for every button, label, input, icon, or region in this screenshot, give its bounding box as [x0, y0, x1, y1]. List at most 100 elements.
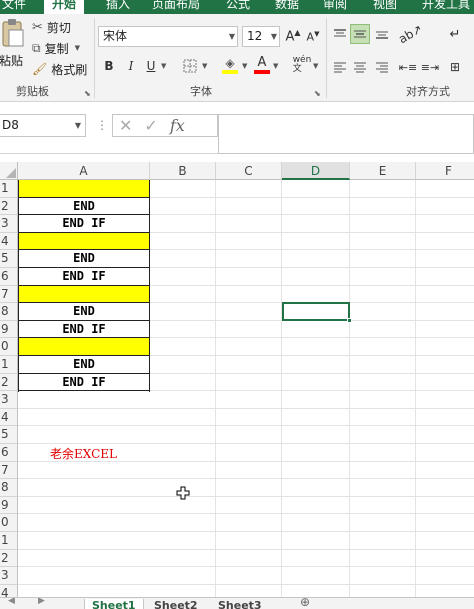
row-header[interactable]: 0	[0, 514, 18, 532]
row-header[interactable]: 8	[0, 303, 18, 321]
chevron-down-icon[interactable]: ▼	[313, 62, 318, 70]
scroll-right-icon[interactable]: ▶	[38, 598, 45, 606]
row-header[interactable]: 1	[0, 532, 18, 550]
bold-button[interactable]: B	[100, 56, 118, 76]
cell-a3[interactable]: END IF	[18, 215, 150, 233]
cell-a7[interactable]	[18, 285, 150, 304]
fill-color-button[interactable]: ◈	[220, 54, 240, 76]
tab-file[interactable]: 文件	[2, 0, 26, 14]
row-header[interactable]: 2	[0, 373, 18, 392]
fill-handle[interactable]	[347, 318, 352, 323]
column-header-a[interactable]: A	[18, 162, 150, 180]
scroll-left-icon[interactable]: ◀	[8, 598, 15, 606]
add-sheet-icon[interactable]: ⊕	[300, 598, 310, 609]
row-header[interactable]: 1	[0, 180, 18, 198]
chevron-down-icon[interactable]: ▼	[202, 62, 207, 70]
underline-button[interactable]: U	[142, 56, 160, 76]
align-top-button[interactable]	[330, 24, 350, 44]
italic-button[interactable]: I	[122, 56, 140, 76]
column-header-f[interactable]: F	[416, 162, 474, 180]
more-dots-icon[interactable]: ⋮	[96, 118, 108, 132]
select-all-corner[interactable]	[0, 162, 18, 180]
paste-button[interactable]: 粘贴	[0, 18, 26, 78]
row-header[interactable]: 2	[0, 197, 18, 216]
cell-a12[interactable]: END IF	[18, 374, 150, 392]
row-header[interactable]: 3	[0, 567, 18, 585]
row-header[interactable]: 4	[0, 584, 18, 597]
row-header[interactable]: 4	[0, 232, 18, 251]
copy-button[interactable]: ⧉ 复制 ▼	[32, 39, 80, 57]
cancel-icon[interactable]: ✕	[119, 116, 132, 135]
row-header[interactable]: 3	[0, 215, 18, 233]
increase-font-size-button[interactable]: A▲	[284, 26, 302, 47]
wrap-text-button[interactable]: ↵	[444, 24, 466, 44]
selected-cell-d8[interactable]	[282, 302, 350, 321]
formula-input[interactable]	[218, 114, 474, 154]
row-header[interactable]: 2	[0, 549, 18, 568]
row-header[interactable]: 8	[0, 479, 18, 497]
sheet-tab-sheet3[interactable]: Sheet3	[218, 599, 262, 609]
row-header[interactable]: 0	[0, 338, 18, 356]
tab-page-layout[interactable]: 页面布局	[152, 0, 200, 14]
borders-button[interactable]	[180, 56, 200, 76]
tab-home[interactable]: 开始	[44, 0, 85, 14]
tab-data[interactable]: 数据	[275, 0, 299, 14]
tab-review[interactable]: 审阅	[323, 0, 347, 14]
row-header[interactable]: 6	[0, 268, 18, 286]
decrease-font-size-button[interactable]: A▼	[304, 26, 322, 47]
insert-function-icon[interactable]: fx	[170, 116, 185, 135]
cell-a4[interactable]	[18, 232, 150, 251]
cut-button[interactable]: ✂ 剪切	[32, 18, 71, 36]
enter-check-icon[interactable]: ✓	[144, 116, 157, 135]
increase-indent-button[interactable]: ≡⇥	[420, 58, 440, 76]
row-header[interactable]: 1	[0, 356, 18, 374]
orientation-button[interactable]: ab↗	[397, 22, 426, 47]
sheet-tab-sheet1[interactable]: Sheet1	[84, 599, 144, 609]
align-right-button[interactable]	[372, 58, 392, 76]
clipboard-launcher-icon[interactable]: ⬊	[84, 89, 91, 98]
sheet-tab-sheet2[interactable]: Sheet2	[154, 599, 198, 609]
font-launcher-icon[interactable]: ⬊	[314, 89, 321, 98]
align-center-button[interactable]	[350, 58, 370, 76]
row-header[interactable]: 7	[0, 285, 18, 304]
tab-view[interactable]: 视图	[373, 0, 397, 14]
row-header[interactable]: 7	[0, 461, 18, 480]
name-box[interactable]: D8 ▼	[0, 114, 86, 137]
cell-a1[interactable]	[18, 180, 150, 198]
row-header[interactable]: 6	[0, 444, 18, 462]
cell-a11[interactable]: END	[18, 356, 150, 374]
row-header[interactable]: 9	[0, 496, 18, 515]
column-header-b[interactable]: B	[150, 162, 216, 180]
cell-a6[interactable]: END IF	[18, 268, 150, 286]
row-header[interactable]: 5	[0, 426, 18, 444]
row-header[interactable]: 9	[0, 320, 18, 339]
tab-developer[interactable]: 开发工具	[422, 0, 470, 14]
align-bottom-button[interactable]	[372, 24, 392, 44]
row-header[interactable]: 5	[0, 250, 18, 268]
chevron-down-icon[interactable]: ▼	[242, 62, 247, 70]
chevron-down-icon[interactable]: ▼	[161, 62, 166, 70]
chevron-down-icon[interactable]: ▼	[273, 62, 278, 70]
row-header[interactable]: 4	[0, 408, 18, 427]
cell-a10[interactable]	[18, 338, 150, 356]
cell-a8[interactable]: END	[18, 303, 150, 321]
row-header[interactable]: 3	[0, 391, 18, 409]
align-left-button[interactable]	[330, 58, 350, 76]
font-size-select[interactable]: 12 ▼	[242, 26, 280, 47]
column-header-e[interactable]: E	[350, 162, 416, 180]
column-header-c[interactable]: C	[216, 162, 282, 180]
cell-a9[interactable]: END IF	[18, 321, 150, 339]
cell-a2[interactable]: END	[18, 198, 150, 216]
decrease-indent-button[interactable]: ⇤≡	[398, 58, 418, 76]
tab-insert[interactable]: 插入	[106, 0, 130, 14]
align-middle-button[interactable]	[350, 24, 370, 44]
merge-center-button[interactable]: ⊞	[444, 58, 466, 76]
font-name-select[interactable]: 宋体 ▼	[98, 26, 238, 47]
phonetic-guide-button[interactable]: wén 文	[290, 54, 314, 76]
format-painter-button[interactable]: 🖌 格式刷	[32, 60, 87, 78]
column-header-d[interactable]: D	[282, 162, 350, 180]
tab-formulas[interactable]: 公式	[226, 0, 250, 14]
font-color-button[interactable]: A	[252, 54, 272, 76]
cell-a5[interactable]: END	[18, 250, 150, 268]
gridline	[18, 425, 474, 427]
